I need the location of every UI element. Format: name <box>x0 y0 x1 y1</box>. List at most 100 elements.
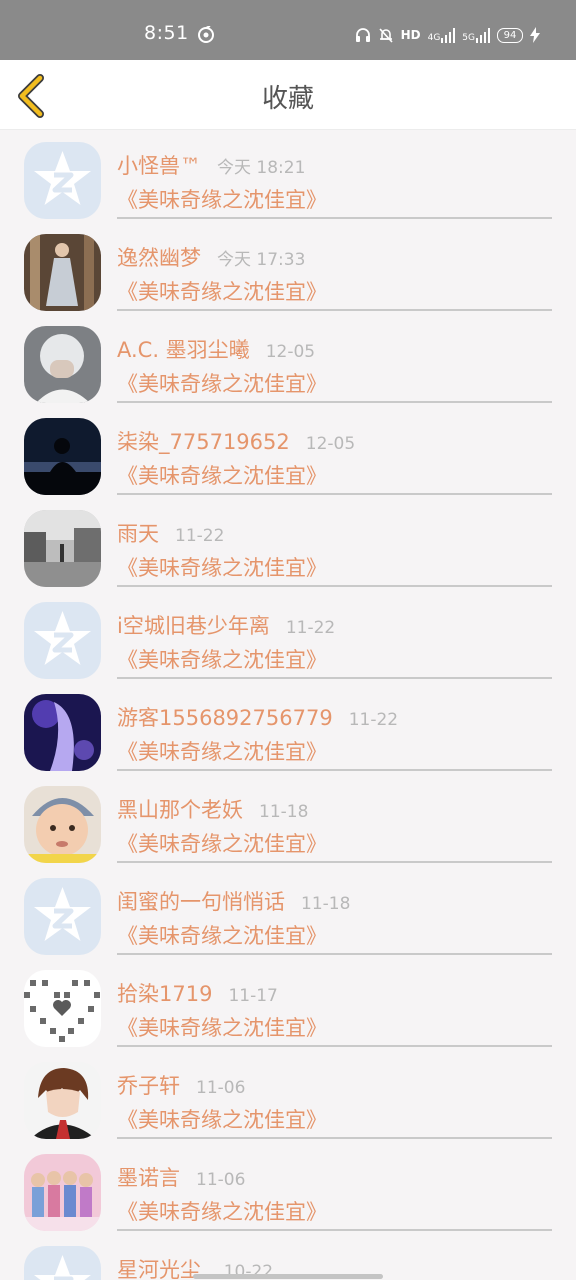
avatar-photo[interactable] <box>24 970 101 1047</box>
timestamp: 今天 18:21 <box>217 158 306 178</box>
timestamp: 11-22 <box>285 618 336 638</box>
status-icons: HD 4G 5G 94 <box>355 24 540 46</box>
avatar-default[interactable] <box>24 142 101 219</box>
username[interactable]: 墨诺言 <box>117 1162 180 1192</box>
avatar-default[interactable] <box>24 878 101 955</box>
divider <box>117 677 552 679</box>
status-bar: 8:51 HD 4G 5G 94 <box>0 0 576 60</box>
divider <box>117 401 552 403</box>
favorite-title[interactable]: 《美味奇缘之沈佳宜》 <box>117 184 327 214</box>
username[interactable]: 逸然幽梦 <box>117 242 201 272</box>
timestamp: 12-05 <box>305 434 356 454</box>
list-item[interactable]: 游客1556892756779 11-22 《美味奇缘之沈佳宜》 <box>0 686 576 778</box>
rainy-street-icon <box>24 510 101 587</box>
timestamp: 11-22 <box>175 526 225 546</box>
timestamp: 11-06 <box>196 1078 246 1098</box>
divider <box>117 769 552 771</box>
favorite-title[interactable]: 《美味奇缘之沈佳宜》 <box>117 460 327 490</box>
timestamp: 11-06 <box>196 1170 246 1190</box>
group-photo-icon <box>24 1154 101 1231</box>
page-title: 收藏 <box>261 84 314 114</box>
list-item[interactable]: 拾染1719 11-17 《美味奇缘之沈佳宜》 <box>0 962 576 1054</box>
list-item[interactable]: i空城旧巷少年离 11-22 《美味奇缘之沈佳宜》 <box>0 594 576 686</box>
timestamp: 今天 17:33 <box>217 250 306 270</box>
battery-level: 94 <box>503 29 517 41</box>
favorite-title[interactable]: 《美味奇缘之沈佳宜》 <box>117 1196 327 1226</box>
avatar-photo[interactable] <box>24 694 101 771</box>
username[interactable]: A.C. 墨羽尘曦 <box>117 334 250 364</box>
silhouette-dusk-icon <box>24 418 101 495</box>
network-4g-icon: 4G <box>428 27 456 43</box>
list-item[interactable]: 乔子轩 11-06 《美味奇缘之沈佳宜》 <box>0 1054 576 1146</box>
status-time: 8:51 <box>144 22 189 44</box>
battery-icon: 94 <box>497 27 523 43</box>
headset-icon <box>355 27 371 43</box>
avatar-photo[interactable] <box>24 234 101 311</box>
home-indicator[interactable] <box>193 1274 383 1279</box>
network-5g-label: 5G <box>462 33 475 43</box>
username[interactable]: 雨天 <box>117 518 159 548</box>
favorite-title[interactable]: 《美味奇缘之沈佳宜》 <box>117 368 327 398</box>
anime-purple-icon <box>24 694 101 771</box>
anime-boy-icon <box>30 1068 96 1139</box>
pixel-heart-icon <box>24 980 100 1042</box>
divider <box>117 1045 552 1047</box>
favorite-title[interactable]: 《美味奇缘之沈佳宜》 <box>117 920 327 950</box>
favorite-title[interactable]: 《美味奇缘之沈佳宜》 <box>117 828 327 858</box>
divider <box>117 861 552 863</box>
favorite-title[interactable]: 《美味奇缘之沈佳宜》 <box>117 1012 327 1042</box>
mute-bell-icon <box>378 27 394 43</box>
anime-white-hair-icon <box>24 326 101 403</box>
divider <box>117 309 552 311</box>
list-item[interactable]: 小怪兽™ 今天 18:21 《美味奇缘之沈佳宜》 <box>0 134 576 226</box>
timestamp: 11-18 <box>259 802 309 822</box>
avatar-photo[interactable] <box>24 1062 101 1139</box>
list-item[interactable]: 柒染_775719652 12-05 《美味奇缘之沈佳宜》 <box>0 410 576 502</box>
qq-star-icon <box>34 151 91 205</box>
baby-photo-icon <box>24 786 101 863</box>
app-notification-icon <box>197 25 215 44</box>
network-5g-icon: 5G <box>462 27 490 43</box>
username[interactable]: 柒染_775719652 <box>117 426 290 456</box>
list-item[interactable]: 黑山那个老妖 11-18 《美味奇缘之沈佳宜》 <box>0 778 576 870</box>
qq-star-icon <box>34 887 91 941</box>
divider <box>117 493 552 495</box>
qq-star-icon <box>34 611 91 665</box>
qq-star-icon <box>34 1255 91 1280</box>
list-item[interactable]: 墨诺言 11-06 《美味奇缘之沈佳宜》 <box>0 1146 576 1238</box>
timestamp: 11-18 <box>301 894 351 914</box>
avatar-photo[interactable] <box>24 418 101 495</box>
list-item[interactable]: 闺蜜的一句悄悄话 11-18 《美味奇缘之沈佳宜》 <box>0 870 576 962</box>
list-item[interactable]: 逸然幽梦 今天 17:33 《美味奇缘之沈佳宜》 <box>0 226 576 318</box>
username[interactable]: 小怪兽™ <box>117 150 201 180</box>
timestamp: 12-05 <box>265 342 316 362</box>
divider <box>117 585 552 587</box>
girl-photo-icon <box>24 234 101 311</box>
charging-icon <box>530 27 540 43</box>
favorites-list[interactable]: 小怪兽™ 今天 18:21 《美味奇缘之沈佳宜》 逸然幽梦 今天 17:33 《… <box>0 130 576 1280</box>
list-item[interactable]: A.C. 墨羽尘曦 12-05 《美味奇缘之沈佳宜》 <box>0 318 576 410</box>
list-item[interactable]: 雨天 11-22 《美味奇缘之沈佳宜》 <box>0 502 576 594</box>
avatar-photo[interactable] <box>24 1154 101 1231</box>
username[interactable]: 乔子轩 <box>117 1070 180 1100</box>
username[interactable]: 拾染1719 <box>117 978 212 1008</box>
divider <box>117 1229 552 1231</box>
favorite-title[interactable]: 《美味奇缘之沈佳宜》 <box>117 736 327 766</box>
divider <box>117 1137 552 1139</box>
avatar-photo[interactable] <box>24 786 101 863</box>
avatar-photo[interactable] <box>24 326 101 403</box>
username[interactable]: i空城旧巷少年离 <box>117 610 270 640</box>
favorite-title[interactable]: 《美味奇缘之沈佳宜》 <box>117 552 327 582</box>
avatar-default[interactable] <box>24 602 101 679</box>
timestamp: 11-22 <box>348 710 399 730</box>
avatar-photo[interactable] <box>24 510 101 587</box>
favorite-title[interactable]: 《美味奇缘之沈佳宜》 <box>117 1104 327 1134</box>
top-nav-bar: 收藏 <box>0 60 576 130</box>
hd-label: HD <box>400 28 421 42</box>
favorite-title[interactable]: 《美味奇缘之沈佳宜》 <box>117 276 327 306</box>
username[interactable]: 黑山那个老妖 <box>117 794 243 824</box>
username[interactable]: 闺蜜的一句悄悄话 <box>117 886 285 916</box>
avatar-default[interactable] <box>24 1246 101 1280</box>
username[interactable]: 游客1556892756779 <box>117 702 333 732</box>
favorite-title[interactable]: 《美味奇缘之沈佳宜》 <box>117 644 327 674</box>
